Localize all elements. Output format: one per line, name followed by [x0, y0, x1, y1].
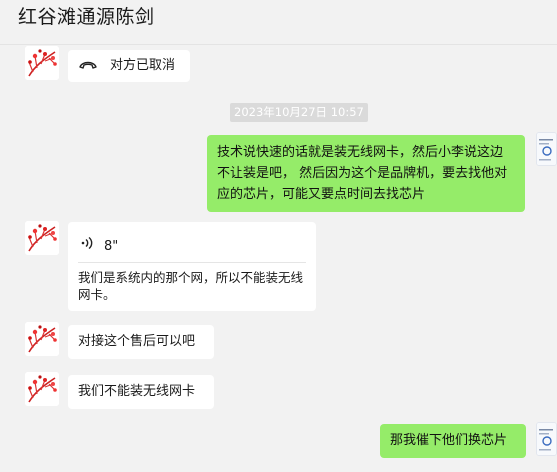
voice-wave-icon — [81, 236, 93, 250]
voice-duration: 8" — [104, 239, 119, 254]
sent-message-bubble[interactable]: 那我催下他们换芯片 — [380, 424, 526, 458]
chat-header: 红谷滩通源陈剑 — [0, 0, 557, 45]
contact-avatar[interactable] — [25, 46, 59, 80]
chat-title: 红谷滩通源陈剑 — [18, 6, 155, 28]
voice-player[interactable]: 8" — [78, 230, 306, 262]
received-message-bubble[interactable]: 对接这个售后可以吧 — [68, 325, 214, 359]
self-avatar[interactable] — [536, 132, 557, 166]
call-status-text: 对方已取消 — [110, 58, 176, 73]
sent-message-bubble[interactable]: 技术说快速的话就是装无线网卡，然后小李说这边不让装是吧， 然后因为这个是品牌机，… — [207, 135, 525, 212]
self-avatar[interactable] — [536, 422, 557, 456]
voice-message-bubble[interactable]: 8" 我们是系统内的那个网，所以不能装无线网卡。 — [68, 222, 316, 311]
contact-avatar[interactable] — [25, 322, 59, 356]
voice-divider — [78, 262, 306, 263]
voice-transcript: 我们是系统内的那个网，所以不能装无线网卡。 — [78, 270, 304, 302]
call-cancelled-message[interactable]: 对方已取消 — [68, 50, 190, 82]
contact-avatar[interactable] — [25, 372, 59, 406]
phone-hangup-icon — [79, 61, 97, 69]
received-message-bubble[interactable]: 我们不能装无线网卡 — [68, 375, 214, 409]
contact-avatar[interactable] — [25, 221, 59, 255]
message-timestamp: 2023年10月27日 10:57 — [230, 103, 368, 122]
